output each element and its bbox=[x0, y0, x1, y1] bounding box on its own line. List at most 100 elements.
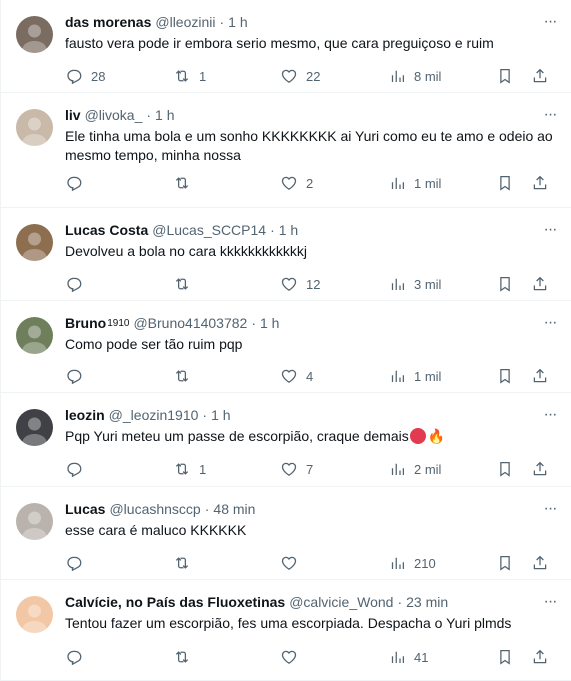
views-button[interactable]: 1 mil bbox=[388, 173, 441, 193]
views-button[interactable]: 8 mil bbox=[388, 66, 441, 86]
tweet[interactable]: Lucas @lucashnsccp · 48 min esse cara é … bbox=[1, 487, 571, 580]
avatar[interactable] bbox=[16, 109, 53, 146]
timestamp[interactable]: 1 h bbox=[260, 315, 279, 331]
tweet-content: das morenas @lleozinii · 1 h fausto vera… bbox=[65, 12, 558, 53]
avatar-image bbox=[22, 232, 47, 261]
more-icon[interactable]: ··· bbox=[540, 405, 560, 425]
fire-emoji-icon: 🔥 bbox=[427, 428, 446, 444]
retweet-button[interactable]: 1 bbox=[173, 459, 206, 479]
retweet-button[interactable] bbox=[173, 553, 199, 573]
bookmark-button[interactable] bbox=[496, 66, 514, 86]
avatar-image bbox=[22, 417, 47, 446]
bookmark-button[interactable] bbox=[496, 553, 514, 573]
timestamp[interactable]: 1 h bbox=[155, 107, 174, 123]
bookmark-icon bbox=[496, 174, 514, 192]
user-handle[interactable]: @Lucas_SCCP14 bbox=[152, 222, 266, 238]
bookmark-button[interactable] bbox=[496, 459, 514, 479]
reply-button[interactable] bbox=[65, 366, 91, 386]
avatar-image bbox=[22, 511, 47, 540]
user-handle[interactable]: @Bruno41403782 bbox=[133, 315, 247, 331]
reply-button[interactable] bbox=[65, 274, 91, 294]
display-name[interactable]: leozin bbox=[65, 407, 105, 423]
more-icon[interactable]: ··· bbox=[540, 105, 560, 125]
timestamp[interactable]: 1 h bbox=[279, 222, 298, 238]
timestamp[interactable]: 1 h bbox=[211, 407, 230, 423]
retweet-button[interactable] bbox=[173, 173, 199, 193]
user-handle[interactable]: @calvicie_Wond bbox=[289, 594, 393, 610]
retweet-button[interactable] bbox=[173, 647, 199, 667]
share-button[interactable] bbox=[531, 274, 549, 294]
avatar[interactable] bbox=[16, 596, 53, 633]
user-handle[interactable]: @lucashnsccp bbox=[109, 501, 200, 517]
more-icon[interactable]: ··· bbox=[540, 313, 560, 333]
reply-button[interactable]: 28 bbox=[65, 66, 105, 86]
bookmark-button[interactable] bbox=[496, 173, 514, 193]
timestamp[interactable]: 23 min bbox=[406, 594, 448, 610]
avatar[interactable] bbox=[16, 409, 53, 446]
tweet-actions: 2 1 mil bbox=[65, 173, 553, 193]
share-button[interactable] bbox=[531, 366, 549, 386]
share-icon bbox=[531, 174, 549, 192]
tweet-actions: 1 7 2 mil bbox=[65, 459, 553, 479]
views-button[interactable]: 1 mil bbox=[388, 366, 441, 386]
retweet-button[interactable] bbox=[173, 366, 199, 386]
tweet-text-body: esse cara é maluco KKKKKK bbox=[65, 522, 247, 538]
display-name[interactable]: Lucas bbox=[65, 501, 105, 517]
bookmark-button[interactable] bbox=[496, 274, 514, 294]
like-button[interactable] bbox=[280, 553, 306, 573]
reply-button[interactable] bbox=[65, 459, 91, 479]
retweet-button[interactable] bbox=[173, 274, 199, 294]
views-button[interactable]: 210 bbox=[388, 553, 436, 573]
avatar[interactable] bbox=[16, 16, 53, 53]
reply-button[interactable] bbox=[65, 647, 91, 667]
user-handle[interactable]: @_leozin1910 bbox=[109, 407, 199, 423]
display-name[interactable]: Calvície, no País das Fluoxetinas bbox=[65, 594, 285, 610]
display-name[interactable]: Lucas Costa bbox=[65, 222, 148, 238]
like-count: 7 bbox=[306, 461, 314, 477]
like-button[interactable] bbox=[280, 647, 306, 667]
like-button[interactable]: 4 bbox=[280, 366, 313, 386]
retweet-button[interactable]: 1 bbox=[173, 66, 206, 86]
like-button[interactable]: 7 bbox=[280, 459, 313, 479]
display-name[interactable]: das morenas bbox=[65, 14, 151, 30]
reply-button[interactable] bbox=[65, 173, 91, 193]
user-handle[interactable]: @livoka_ bbox=[85, 107, 143, 123]
views-button[interactable]: 41 bbox=[388, 647, 428, 667]
tweet[interactable]: Calvície, no País das Fluoxetinas @calvi… bbox=[1, 580, 571, 681]
like-button[interactable]: 2 bbox=[280, 173, 313, 193]
retweet-icon bbox=[173, 648, 191, 666]
views-button[interactable]: 2 mil bbox=[388, 459, 441, 479]
more-icon[interactable]: ··· bbox=[540, 12, 560, 32]
tweet[interactable]: liv @livoka_ · 1 h Ele tinha uma bola e … bbox=[1, 93, 571, 208]
bookmark-button[interactable] bbox=[496, 366, 514, 386]
separator-dot: · bbox=[219, 14, 225, 30]
timestamp[interactable]: 1 h bbox=[228, 14, 247, 30]
avatar[interactable] bbox=[16, 224, 53, 261]
share-button[interactable] bbox=[531, 173, 549, 193]
user-handle[interactable]: @lleozinii bbox=[155, 14, 215, 30]
more-icon[interactable]: ··· bbox=[540, 220, 560, 240]
share-button[interactable] bbox=[531, 553, 549, 573]
tweet[interactable]: Lucas Costa @Lucas_SCCP14 · 1 h Devolveu… bbox=[1, 208, 571, 301]
share-icon bbox=[531, 67, 549, 85]
more-icon[interactable]: ··· bbox=[540, 592, 560, 612]
views-count: 2 mil bbox=[414, 461, 442, 477]
like-button[interactable]: 22 bbox=[280, 66, 320, 86]
tweet[interactable]: das morenas @lleozinii · 1 h fausto vera… bbox=[1, 0, 571, 93]
like-button[interactable]: 12 bbox=[280, 274, 320, 294]
share-button[interactable] bbox=[531, 647, 549, 667]
tweet[interactable]: Bruno 1910 @Bruno41403782 · 1 h Como pode… bbox=[1, 301, 571, 393]
views-button[interactable]: 3 mil bbox=[388, 274, 441, 294]
reply-button[interactable] bbox=[65, 553, 91, 573]
bookmark-button[interactable] bbox=[496, 647, 514, 667]
share-button[interactable] bbox=[531, 66, 549, 86]
more-icon[interactable]: ··· bbox=[540, 499, 560, 519]
timestamp[interactable]: 48 min bbox=[213, 501, 255, 517]
display-name[interactable]: liv bbox=[65, 107, 81, 123]
avatar[interactable] bbox=[16, 317, 53, 354]
share-button[interactable] bbox=[531, 459, 549, 479]
display-name[interactable]: Bruno bbox=[65, 315, 106, 331]
avatar[interactable] bbox=[16, 503, 53, 540]
separator-dot: · bbox=[397, 594, 403, 610]
tweet[interactable]: leozin @_leozin1910 · 1 h Pqp Yuri meteu… bbox=[1, 393, 571, 487]
